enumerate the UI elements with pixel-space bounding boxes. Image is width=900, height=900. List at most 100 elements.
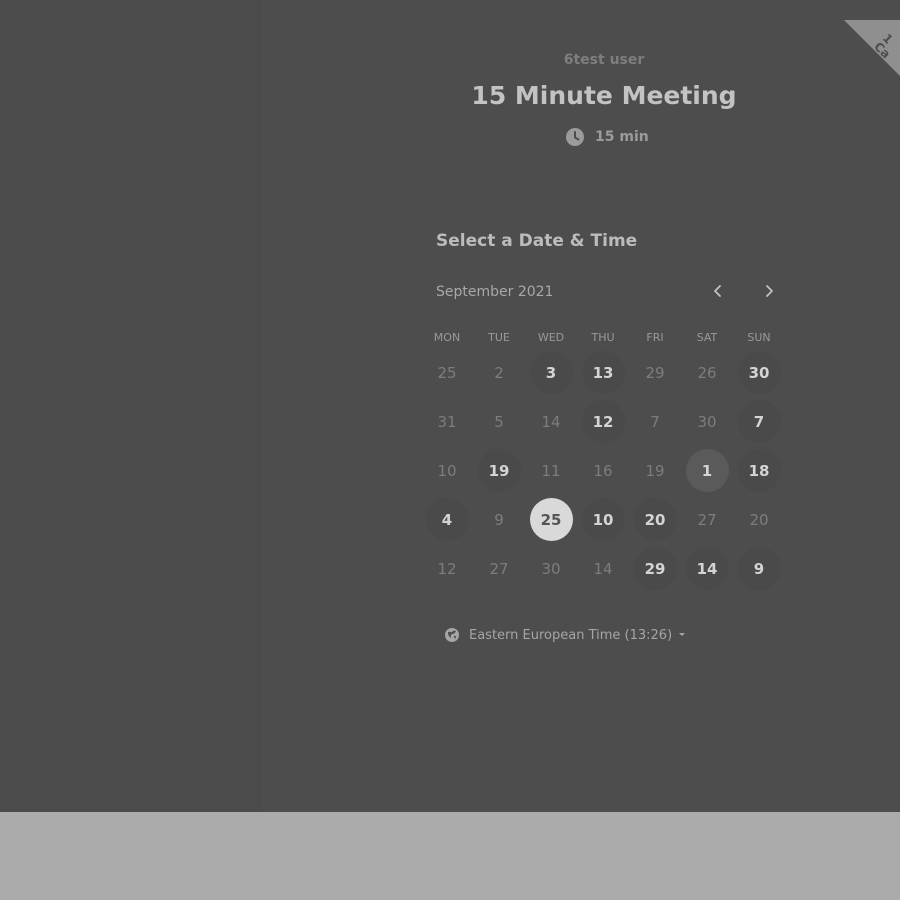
calendar-day-number: 27 — [489, 559, 509, 578]
booking-page: 1 Ca 6test user 15 Minute Meeting 15 min… — [0, 0, 900, 900]
calendar-day-number: 29 — [645, 363, 665, 382]
host-name: 6test user — [563, 52, 645, 68]
weekday-fri: FRI — [646, 330, 664, 344]
calendar-day-0: 25 — [421, 348, 473, 397]
calendar: MON TUE WED THU FRI SAT SUN 25 2 3 13 29 26 30… — [421, 327, 785, 597]
corner-ribbon[interactable]: 1 Ca — [844, 20, 900, 76]
calendar-day-34[interactable]: 9 — [733, 544, 785, 593]
left-shaded-area — [0, 0, 262, 812]
calendar-day-19[interactable]: 1 — [681, 446, 733, 495]
calendar-day-24[interactable]: 10 — [577, 495, 629, 544]
calendar-day-number: 2 — [494, 363, 504, 382]
calendar-day-10[interactable]: 12 — [577, 397, 629, 446]
calendar-day-number: 11 — [541, 461, 561, 480]
calendar-day-15[interactable]: 19 — [473, 446, 525, 495]
calendar-day-13[interactable]: 7 — [733, 397, 785, 446]
calendar-day-28: 12 — [421, 544, 473, 593]
meeting-duration: 15 min — [565, 126, 649, 148]
calendar-day-5: 26 — [681, 348, 733, 397]
calendar-day-29: 27 — [473, 544, 525, 593]
globe-icon — [444, 627, 460, 643]
current-month-label: September 2021 — [436, 284, 554, 300]
calendar-day-number: 13 — [581, 351, 625, 394]
calendar-day-number: 19 — [477, 449, 521, 492]
calendar-day-number: 18 — [737, 449, 781, 492]
calendar-day-number: 1 — [685, 449, 729, 492]
chevron-left-icon — [714, 285, 721, 297]
calendar-day-26: 27 — [681, 495, 733, 544]
calendar-day-number: 14 — [685, 547, 729, 590]
calendar-day-8: 5 — [473, 397, 525, 446]
calendar-day-number: 19 — [645, 461, 665, 480]
calendar-day-1: 2 — [473, 348, 525, 397]
calendar-day-number: 3 — [529, 351, 573, 394]
calendar-day-27: 20 — [733, 495, 785, 544]
calendar-day-number: 30 — [541, 559, 561, 578]
calendar-day-number: 30 — [697, 412, 717, 431]
calendar-day-32[interactable]: 29 — [629, 544, 681, 593]
calendar-day-number: 29 — [633, 547, 677, 590]
weekday-wed: WED — [537, 330, 565, 344]
calendar-day-6[interactable]: 30 — [733, 348, 785, 397]
calendar-day-11: 7 — [629, 397, 681, 446]
calendar-day-4: 29 — [629, 348, 681, 397]
duration-label: 15 min — [595, 129, 649, 145]
calendar-day-number: 10 — [437, 461, 457, 480]
calendar-day-22: 9 — [473, 495, 525, 544]
previous-month-button[interactable] — [702, 275, 734, 307]
calendar-day-20[interactable]: 18 — [733, 446, 785, 495]
caret-down-icon — [677, 632, 687, 638]
weekday-sun: SUN — [747, 330, 771, 344]
calendar-day-23[interactable]: 25 — [525, 495, 577, 544]
timezone-selector[interactable]: Eastern European Time (13:26) — [444, 625, 687, 645]
calendar-day-grid: 25 2 3 13 29 26 30 31 5 14 12 7 30 7 10 19 11 16 19 1 18 4 9 25… — [421, 348, 785, 593]
calendar-day-number: 12 — [437, 559, 457, 578]
calendar-day-number: 9 — [737, 547, 781, 590]
weekday-thu: THU — [591, 330, 615, 344]
calendar-day-21[interactable]: 4 — [421, 495, 473, 544]
calendar-day-number: 7 — [737, 400, 781, 443]
calendar-day-3[interactable]: 13 — [577, 348, 629, 397]
calendar-day-number: 7 — [650, 412, 660, 431]
calendar-day-33[interactable]: 14 — [681, 544, 733, 593]
calendar-day-number: 10 — [581, 498, 625, 541]
weekday-header: MON TUE WED THU FRI SAT SUN — [421, 327, 785, 347]
calendar-day-number: 20 — [633, 498, 677, 541]
calendar-day-number: 14 — [541, 412, 561, 431]
calendar-day-17: 16 — [577, 446, 629, 495]
calendar-day-number: 31 — [437, 412, 457, 431]
next-month-button[interactable] — [753, 275, 785, 307]
calendar-day-25[interactable]: 20 — [629, 495, 681, 544]
weekday-tue: TUE — [488, 330, 510, 344]
calendar-day-number: 12 — [581, 400, 625, 443]
calendar-day-number: 16 — [593, 461, 613, 480]
clock-icon — [565, 127, 585, 147]
calendar-day-number: 4 — [425, 498, 469, 541]
calendar-day-7: 31 — [421, 397, 473, 446]
calendar-day-12: 30 — [681, 397, 733, 446]
calendar-day-number: 26 — [697, 363, 717, 382]
event-header: 6test user 15 Minute Meeting — [380, 50, 828, 114]
timezone-label: Eastern European Time (13:26) — [469, 627, 673, 643]
dimmed-scheduler-panel: 1 Ca 6test user 15 Minute Meeting 15 min… — [0, 0, 900, 812]
calendar-day-14: 10 — [421, 446, 473, 495]
calendar-day-2[interactable]: 3 — [525, 348, 577, 397]
calendar-day-number: 5 — [494, 412, 504, 431]
chevron-right-icon — [766, 285, 773, 297]
calendar-day-number: 30 — [737, 351, 781, 394]
calendar-day-18: 19 — [629, 446, 681, 495]
calendar-day-30: 30 — [525, 544, 577, 593]
calendar-day-31: 14 — [577, 544, 629, 593]
calendar-day-number: 14 — [593, 559, 613, 578]
calendar-day-number: 27 — [697, 510, 717, 529]
meeting-title: 15 Minute Meeting — [471, 81, 737, 110]
calendar-day-number: 20 — [749, 510, 769, 529]
calendar-day-16: 11 — [525, 446, 577, 495]
month-navigation: September 2021 — [436, 281, 782, 303]
calendar-day-number: 25 — [529, 498, 573, 541]
date-time-heading: Select a Date & Time — [436, 231, 638, 251]
calendar-day-9: 14 — [525, 397, 577, 446]
weekday-sat: SAT — [696, 330, 718, 344]
weekday-mon: MON — [433, 330, 461, 344]
calendar-day-number: 9 — [494, 510, 504, 529]
